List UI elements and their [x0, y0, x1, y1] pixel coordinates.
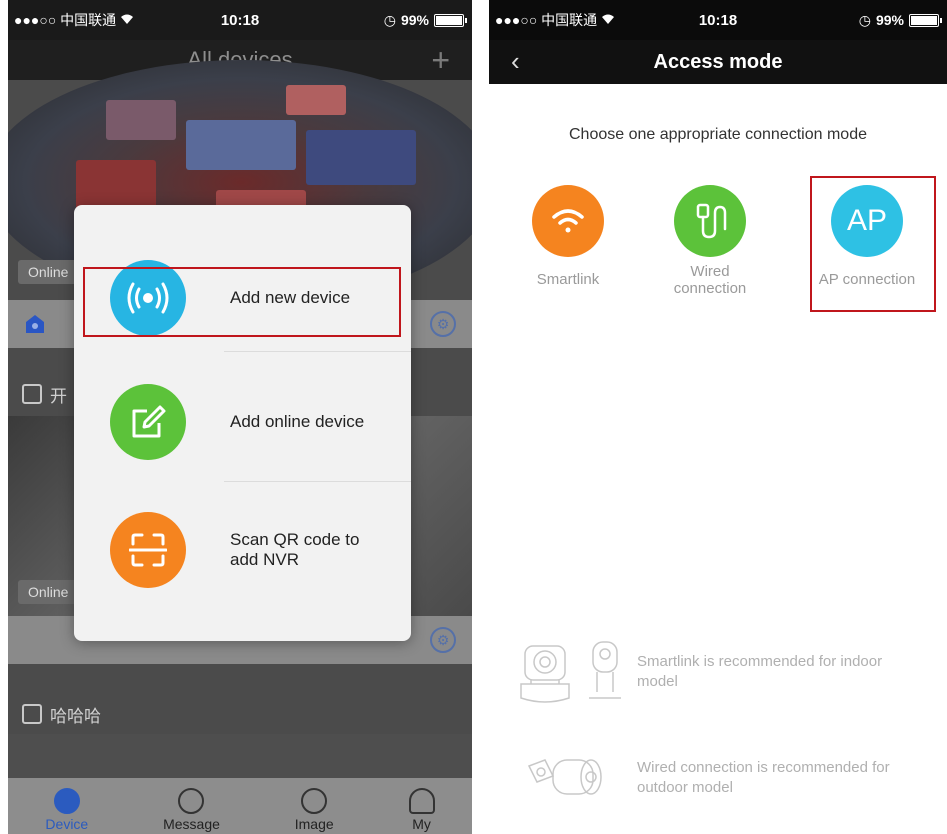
alarm-icon: ◷ [383, 11, 396, 28]
tab-label: Image [294, 816, 334, 832]
menu-item-scan-qr-nvr[interactable]: Scan QR code to add NVR [74, 495, 411, 605]
recommendation-outdoor: Wired connection is recommended for outd… [519, 746, 890, 806]
mode-smartlink[interactable]: Smartlink [518, 185, 618, 288]
camera-title-row: 哈哈哈 [8, 690, 472, 738]
menu-item-add-online-device[interactable]: Add online device [74, 367, 411, 477]
status-time: 10:18 [220, 11, 260, 29]
divider [224, 481, 411, 482]
chat-bubble-icon [178, 788, 205, 814]
camera-name: 开 [50, 386, 67, 406]
camera-preview[interactable] [8, 734, 472, 780]
add-device-popup: Add new device Add online device Scan QR… [74, 205, 411, 641]
indoor-camera-icon [520, 641, 621, 703]
tab-image[interactable]: Image [295, 788, 334, 832]
menu-label: Add online device [230, 412, 365, 431]
wifi-status-icon [601, 12, 615, 28]
camera-name: 哈哈哈 [50, 706, 101, 726]
alarm-icon: ◷ [858, 11, 871, 28]
edit-square-icon [110, 384, 186, 460]
add-device-button[interactable]: + [431, 42, 450, 79]
mode-label: Smartlink [536, 271, 600, 288]
mode-prompt: Choose one appropriate connection mode [569, 126, 867, 143]
image-icon [301, 788, 328, 814]
edit-icon[interactable] [22, 704, 42, 724]
status-time: 10:18 [698, 11, 738, 29]
mode-label: Wired connection [673, 263, 747, 297]
tab-label: Device [45, 816, 89, 832]
back-button[interactable]: ‹ [511, 46, 520, 77]
divider [224, 351, 411, 352]
recommendation-text: Smartlink is recommended for indoor mode… [637, 653, 883, 690]
carrier-label: ●●●○○ 中国联通 [495, 12, 598, 28]
wifi-icon [532, 185, 604, 257]
person-icon [408, 788, 435, 814]
access-mode-screen: ●●●○○ 中国联通 10:18 ◷ 99% ‹ Access mode Cho… [489, 0, 947, 834]
tab-message[interactable]: Message [163, 788, 220, 832]
home-shield-icon[interactable] [24, 313, 46, 335]
carrier-label: ●●●○○ 中国联通 [14, 12, 117, 28]
tab-label: Message [163, 816, 220, 832]
scan-icon [110, 512, 186, 588]
tab-my[interactable]: My [408, 788, 435, 832]
page-title: Access mode [653, 50, 783, 73]
battery-percent: 99% [400, 12, 429, 28]
recommendation-text: Wired connection is recommended for outd… [637, 759, 890, 796]
battery-percent: 99% [875, 12, 904, 28]
gear-icon[interactable]: ⚙ [430, 311, 456, 337]
wifi-status-icon [120, 12, 134, 28]
menu-label: Scan QR code to add NVR [230, 530, 360, 569]
nav-bar: ‹ Access mode [489, 40, 947, 84]
status-bar: ●●●○○ 中国联通 10:18 ◷ 99% [8, 0, 472, 40]
cable-plug-icon [674, 185, 746, 257]
battery-icon [434, 13, 467, 27]
battery-icon [909, 13, 942, 27]
outdoor-camera-icon [527, 759, 602, 795]
highlight-box [810, 176, 936, 312]
status-bar: ●●●○○ 中国联通 10:18 ◷ 99% [489, 0, 947, 40]
online-status-tag: Online [18, 580, 79, 604]
tab-device[interactable]: Device [45, 788, 88, 832]
tab-label: My [412, 816, 431, 832]
camera-icon [53, 788, 80, 814]
highlight-box [83, 267, 401, 337]
gear-icon[interactable]: ⚙ [430, 627, 456, 653]
online-status-tag: Online [18, 260, 79, 284]
edit-icon[interactable] [22, 384, 42, 404]
mode-wired[interactable]: Wired connection [660, 185, 760, 297]
recommendation-indoor: Smartlink is recommended for indoor mode… [519, 636, 882, 706]
all-devices-screen: ●●●○○ 中国联通 10:18 ◷ 99% All devices + Onl… [8, 0, 472, 834]
tab-bar: Device Message Image My [8, 778, 472, 834]
